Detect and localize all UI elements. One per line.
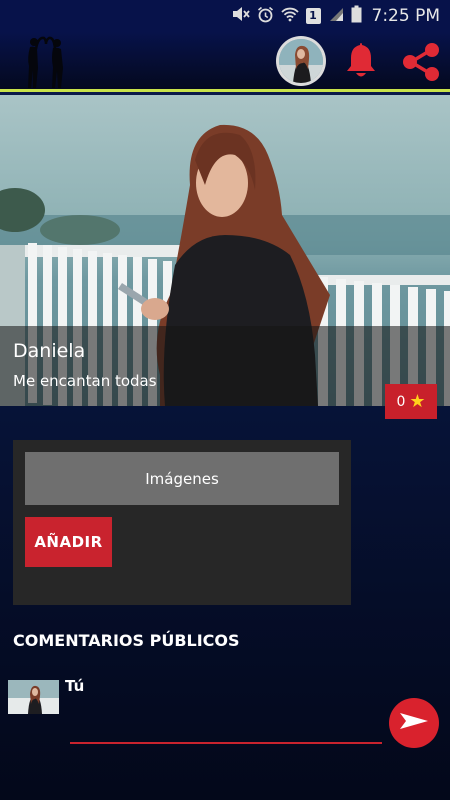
tab-images[interactable]: Imágenes: [25, 452, 339, 505]
profile-name: Daniela: [13, 340, 86, 362]
signal-icon: [328, 7, 344, 26]
comment-author: Tú: [65, 677, 85, 695]
notifications-button[interactable]: [342, 40, 380, 80]
sim-icon: 1: [305, 8, 321, 24]
user-avatar: [8, 680, 59, 714]
send-icon: [397, 704, 431, 742]
comment-input[interactable]: [70, 712, 382, 744]
profile-caption: Daniela Me encantan todas: [0, 326, 450, 406]
rating-count: 0: [396, 393, 406, 410]
profile-status: Me encantan todas: [13, 372, 157, 390]
battery-icon: [351, 5, 362, 27]
profile-photo[interactable]: Daniela Me encantan todas: [0, 95, 450, 406]
add-image-button[interactable]: AÑADIR: [25, 517, 112, 567]
comments-title: COMENTARIOS PÚBLICOS: [13, 631, 240, 650]
send-comment-button[interactable]: [389, 698, 439, 748]
clock: 7:25 PM: [371, 6, 441, 26]
images-panel: Imágenes AÑADIR: [13, 440, 351, 605]
app-bar: [0, 32, 450, 92]
mute-icon: [232, 6, 250, 26]
share-icon: [399, 43, 443, 88]
avatar: [279, 39, 323, 83]
couple-heart-logo: [20, 34, 72, 90]
star-icon: ★: [409, 391, 426, 412]
rating-badge[interactable]: 0 ★: [385, 384, 437, 419]
wifi-icon: [280, 7, 299, 26]
share-button[interactable]: [399, 40, 443, 84]
status-bar: 1 7:25 PM: [0, 0, 450, 32]
bell-icon: [342, 43, 380, 84]
profile-avatar-button[interactable]: [276, 36, 326, 86]
alarm-icon: [257, 6, 274, 27]
